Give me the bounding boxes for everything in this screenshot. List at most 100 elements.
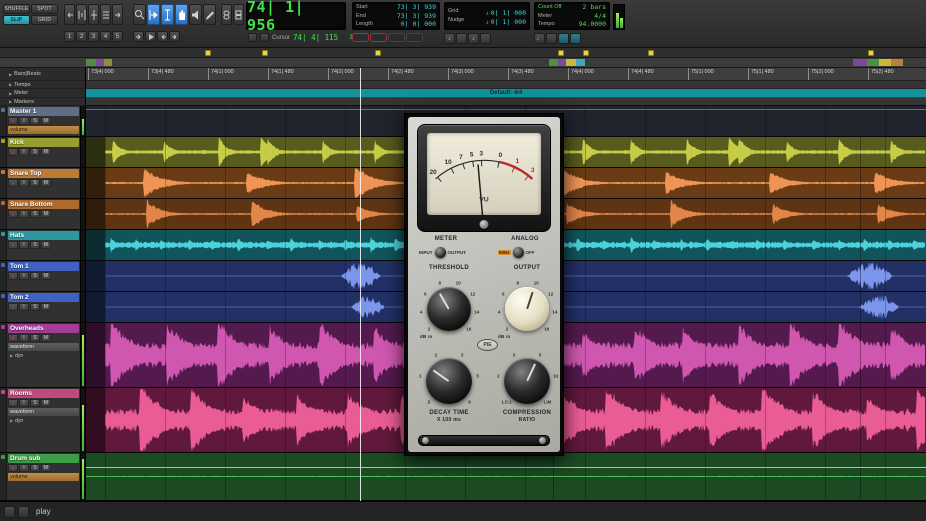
tab-transient-button[interactable] xyxy=(133,31,144,42)
edit-mode-shuffle[interactable]: SHUFFLE xyxy=(3,4,30,14)
selector-tool-button[interactable] xyxy=(161,4,174,25)
track-name-master-1[interactable]: Master 1 xyxy=(8,107,79,116)
ruler-name-bars-beats[interactable]: ▶Bars|Beats xyxy=(0,68,85,81)
track-view-selector[interactable]: waveform xyxy=(8,408,79,416)
edit-mode-slip[interactable]: SLIP xyxy=(3,15,30,25)
zoom-preset-2[interactable]: 2 xyxy=(76,31,87,42)
marker-tab[interactable] xyxy=(205,50,211,56)
input-button[interactable]: I xyxy=(19,399,29,407)
solo-button[interactable]: S xyxy=(30,464,40,472)
ruler-name-markers[interactable]: ▶Markers xyxy=(0,98,85,106)
solo-button[interactable]: S xyxy=(30,303,40,311)
solo-button[interactable]: S xyxy=(30,272,40,280)
marker-tab[interactable] xyxy=(648,50,654,56)
track-name-hats[interactable]: Hats xyxy=(8,231,79,240)
mute-button[interactable]: M xyxy=(41,210,51,218)
link-track-edit-selection-button[interactable] xyxy=(233,4,244,25)
track-list-toggle-button[interactable] xyxy=(4,506,15,518)
track-name-drum-sub[interactable]: Drum sub xyxy=(8,454,79,463)
marker-tab[interactable] xyxy=(558,50,564,56)
mute-button[interactable]: M xyxy=(41,148,51,156)
mute-button[interactable]: M xyxy=(41,464,51,472)
record-button[interactable]: ● xyxy=(8,399,18,407)
input-button[interactable]: I xyxy=(19,303,29,311)
zoom-preset-1[interactable]: 1 xyxy=(64,31,75,42)
universe-overview-strip[interactable] xyxy=(0,58,926,68)
link-timeline-selection-button[interactable] xyxy=(221,4,232,25)
tempo-ruler[interactable] xyxy=(86,81,926,89)
ruler-name-tempo[interactable]: ▶Tempo xyxy=(0,81,85,89)
nudge-value[interactable]: 0| 1| 000 xyxy=(491,18,526,26)
track-name-snare-bottom[interactable]: Snare Bottom xyxy=(8,200,79,209)
solo-button[interactable]: S xyxy=(30,334,40,342)
meter-ruler[interactable]: Default: 4/4 xyxy=(86,89,926,98)
input-button[interactable]: I xyxy=(19,148,29,156)
counter-up-button[interactable] xyxy=(248,33,257,42)
meter-input-output-switch[interactable]: INPUT OUTPUT xyxy=(419,247,466,258)
input-button[interactable]: I xyxy=(19,241,29,249)
record-button[interactable]: ● xyxy=(8,464,18,472)
pencil-tool-button[interactable] xyxy=(203,4,216,25)
count-off-label[interactable]: Count Off xyxy=(538,4,561,10)
volume-automation-line[interactable] xyxy=(86,467,926,468)
tempo-resolution-button[interactable] xyxy=(570,33,581,44)
mute-button[interactable]: M xyxy=(41,179,51,187)
input-button[interactable]: I xyxy=(19,179,29,187)
midi-merge-button[interactable] xyxy=(558,33,569,44)
solo-button[interactable]: S xyxy=(30,148,40,156)
pre-roll-button[interactable] xyxy=(352,33,369,42)
record-button[interactable]: ● xyxy=(8,334,18,342)
tempo-value[interactable]: 94.0000 xyxy=(579,20,606,28)
decay-time-knob[interactable] xyxy=(426,358,472,404)
track-name-kick[interactable]: Kick xyxy=(8,138,79,147)
input-button[interactable]: I xyxy=(19,464,29,472)
solo-button[interactable]: S xyxy=(30,241,40,249)
play-selection-button[interactable] xyxy=(145,31,156,42)
conductor-button[interactable] xyxy=(546,33,557,44)
count-off-value[interactable]: 2 bars xyxy=(583,3,606,11)
audio-region[interactable] xyxy=(86,453,926,500)
edit-window-view-button[interactable] xyxy=(18,506,29,518)
edit-mode-grid[interactable]: GRID xyxy=(31,15,58,25)
grid-option-button[interactable] xyxy=(456,33,467,44)
edit-mode-spot[interactable]: SPOT xyxy=(31,4,58,14)
post-roll-button[interactable] xyxy=(370,33,387,42)
record-button[interactable]: ● xyxy=(8,117,18,125)
zoom-out-button[interactable] xyxy=(64,4,75,25)
trim-tool-button[interactable] xyxy=(147,4,160,25)
track-view-selector[interactable]: waveform xyxy=(8,343,79,351)
solo-button[interactable]: S xyxy=(30,117,40,125)
metronome-button[interactable]: ♩ xyxy=(534,33,545,44)
main-counter[interactable]: 74| 1| 956 xyxy=(246,2,346,30)
ruler-name-meter[interactable]: ▶Meter xyxy=(0,89,85,98)
marker-tab[interactable] xyxy=(868,50,874,56)
zoomer-tool-button[interactable] xyxy=(133,4,146,25)
track-view-selector[interactable]: volume xyxy=(8,473,79,481)
zoom-preset-4[interactable]: 4 xyxy=(100,31,111,42)
track-name-snare-top[interactable]: Snare Top xyxy=(8,169,79,178)
solo-button[interactable]: S xyxy=(30,210,40,218)
switch-knob-icon[interactable] xyxy=(435,247,446,258)
record-button[interactable]: ● xyxy=(8,210,18,218)
markers-ruler[interactable] xyxy=(86,98,926,106)
record-button[interactable]: ● xyxy=(8,241,18,249)
volume-automation-line[interactable] xyxy=(86,109,926,110)
track-name-tom-2[interactable]: Tom 2 xyxy=(8,293,79,302)
compression-ratio-knob[interactable] xyxy=(504,358,550,404)
mute-button[interactable]: M xyxy=(41,117,51,125)
meter-default-event[interactable]: Default: 4/4 xyxy=(490,90,522,96)
record-button[interactable]: ● xyxy=(8,272,18,280)
input-button[interactable]: I xyxy=(19,272,29,280)
zoom-vertical-midi-button[interactable] xyxy=(100,4,111,25)
main-counter-value[interactable]: 74| 1| 956 xyxy=(247,0,341,34)
zoom-preset-3[interactable]: 3 xyxy=(88,31,99,42)
record-button[interactable]: ● xyxy=(8,148,18,156)
input-button[interactable]: I xyxy=(19,117,29,125)
solo-button[interactable]: S xyxy=(30,399,40,407)
mute-button[interactable]: M xyxy=(41,272,51,280)
mute-button[interactable]: M xyxy=(41,334,51,342)
track-name-rooms[interactable]: Rooms xyxy=(8,389,79,398)
input-button[interactable]: I xyxy=(19,210,29,218)
marker-tab[interactable] xyxy=(583,50,589,56)
track-sub-lane-dyn[interactable]: ▶dyn xyxy=(8,352,79,359)
